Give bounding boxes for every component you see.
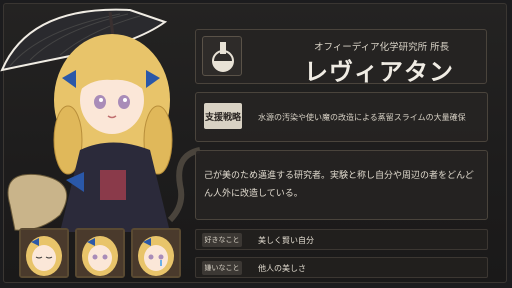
character-header: オフィーディア化学研究所 所長 レヴィアタン xyxy=(195,29,487,86)
flask-icon xyxy=(202,36,242,76)
thumbnail-expression-neutral[interactable] xyxy=(75,228,125,278)
character-description: 己が美のため邁進する研究者。実験と称し自分や周辺の者をどんどん人外に改造している… xyxy=(204,171,474,199)
support-strategy-panel: 支援戦略 水源の汚染や使い魔の改造による蒸留スライムの大量確保 xyxy=(195,92,488,142)
likes-value: 美しく賢い自分 xyxy=(258,236,314,245)
support-strategy-label: 支援戦略 xyxy=(204,103,242,129)
thumbnail-expression-sleepy[interactable] xyxy=(19,228,69,278)
thumbnail-expression-crying[interactable] xyxy=(131,228,181,278)
support-strategy-text: 水源の汚染や使い魔の改造による蒸留スライムの大量確保 xyxy=(258,113,466,122)
character-description-panel: 己が美のため邁進する研究者。実験と称し自分や周辺の者をどんどん人外に改造している… xyxy=(195,150,488,220)
character-portrait xyxy=(0,0,200,232)
likes-label: 好きなこと xyxy=(202,233,242,247)
character-name: レヴィアタン xyxy=(304,58,454,86)
dislikes-row: 嫌いなこと 他人の美しさ xyxy=(195,257,488,278)
dislikes-value: 他人の美しさ xyxy=(258,264,306,273)
dislikes-label: 嫌いなこと xyxy=(202,261,242,275)
likes-row: 好きなこと 美しく賢い自分 xyxy=(195,229,488,250)
character-affiliation: オフィーディア化学研究所 所長 xyxy=(314,42,450,53)
